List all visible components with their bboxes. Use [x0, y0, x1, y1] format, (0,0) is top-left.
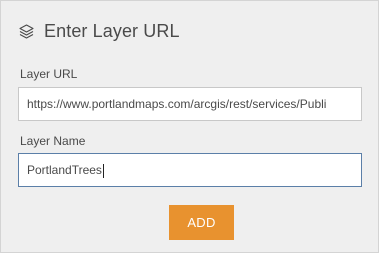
layer-name-value: PortlandTrees [27, 163, 102, 177]
layer-name-input[interactable]: PortlandTrees [18, 153, 362, 187]
layer-name-label: Layer Name [20, 134, 86, 148]
add-button[interactable]: ADD [169, 205, 234, 240]
panel-header: Enter Layer URL [18, 19, 180, 43]
enter-layer-url-panel: Enter Layer URL Layer URL https://www.po… [0, 0, 379, 253]
layers-icon [18, 23, 35, 40]
layer-url-value: https://www.portlandmaps.com/arcgis/rest… [27, 97, 327, 111]
layer-url-input[interactable]: https://www.portlandmaps.com/arcgis/rest… [18, 87, 362, 121]
panel-title: Enter Layer URL [44, 20, 180, 41]
layer-url-label: Layer URL [20, 67, 78, 81]
text-caret [102, 163, 104, 178]
